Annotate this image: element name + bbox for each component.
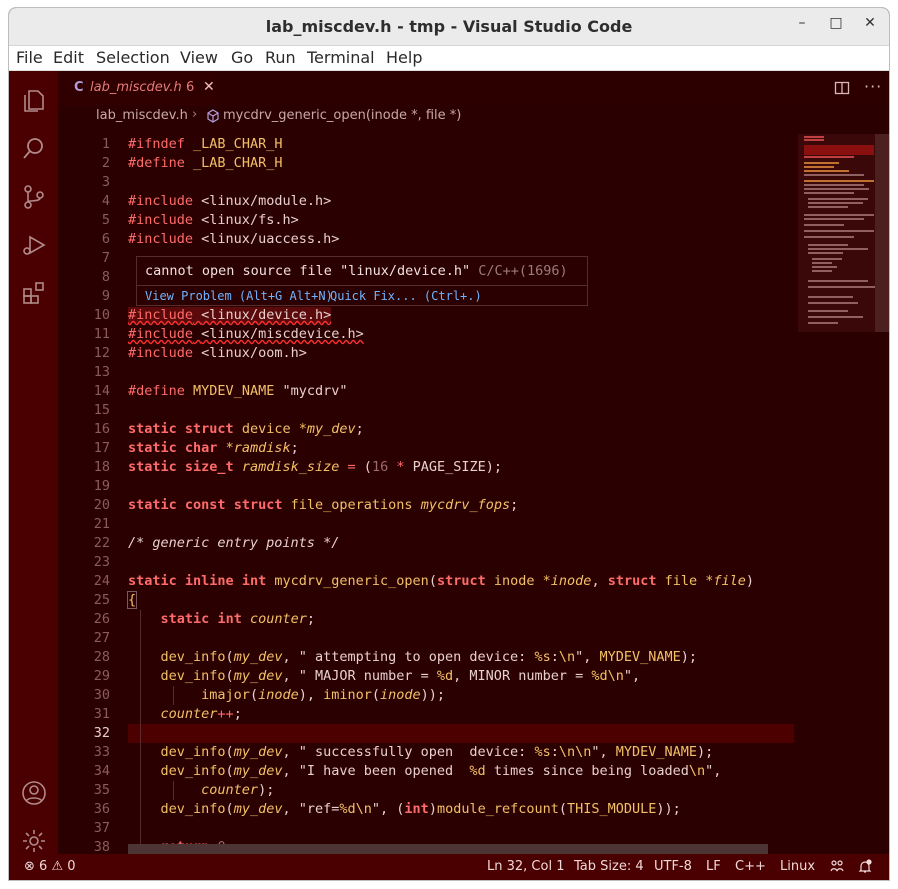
cursor-position[interactable]: Ln 32, Col 1 <box>487 859 564 874</box>
vertical-scrollbar[interactable] <box>875 126 889 854</box>
more-actions-icon[interactable]: ··· <box>864 77 882 96</box>
code-line: 26 static int counter; <box>93 611 316 627</box>
code-line: 16 static struct device *my_dev; <box>93 421 364 437</box>
code-line: 28 dev_info(my_dev, " attempting to open… <box>93 649 698 665</box>
code-line: 21 <box>93 516 110 532</box>
menu-help[interactable]: Help <box>386 48 422 67</box>
editor-tabs: C lab_miscdev.h 6 ✕ ··· <box>58 71 889 107</box>
title-bar: lab_miscdev.h - tmp - Visual Studio Code… <box>9 8 889 46</box>
tab-close-icon[interactable]: ✕ <box>203 79 215 95</box>
settings-gear-icon[interactable] <box>20 827 48 855</box>
code-line: 4 #include <linux/module.h> <box>101 193 332 209</box>
menu-edit[interactable]: Edit <box>53 48 84 67</box>
quick-fix-link[interactable]: Quick Fix... (Ctrl+.) <box>330 289 482 303</box>
code-line: 25{ <box>93 591 138 609</box>
window-title: lab_miscdev.h - tmp - Visual Studio Code <box>265 17 633 36</box>
indent-guide <box>173 781 174 800</box>
menu-file[interactable]: File <box>16 48 43 67</box>
language-mode[interactable]: C++ <box>735 859 766 874</box>
close-window-button[interactable]: ✕ <box>859 15 881 31</box>
activity-bar <box>9 71 58 854</box>
scrollbar-thumb[interactable] <box>875 134 889 332</box>
code-line: 13 <box>93 364 110 380</box>
code-line: 34 dev_info(my_dev, "I have been opened … <box>93 763 722 779</box>
code-line: 17 static char *ramdisk; <box>93 440 299 456</box>
code-line: 2 #define _LAB_CHAR_H <box>101 155 283 171</box>
breadcrumb-separator: › <box>192 107 198 122</box>
status-bar: ⊗ 6 ⚠ 0 Ln 32, Col 1 Tab Size: 4 UTF-8 L… <box>9 854 889 880</box>
code-line: 14 #define MYDEV_NAME "mycdrv" <box>93 383 348 399</box>
tab-problem-count: 6 <box>186 80 195 95</box>
encoding[interactable]: UTF-8 <box>654 859 692 874</box>
run-debug-icon[interactable] <box>20 231 48 259</box>
tab-label: lab_miscdev.h <box>90 80 182 95</box>
code-line: 3 <box>101 174 110 190</box>
error-hover-popup: cannot open source file "linux/device.h"… <box>136 256 588 306</box>
horizontal-scrollbar[interactable] <box>128 844 768 854</box>
breadcrumb-symbol[interactable]: mycdrv_generic_open(inode *, file *) <box>223 108 461 123</box>
extensions-icon[interactable] <box>20 279 48 307</box>
code-line: 30 imajor(inode), iminor(inode)); <box>93 687 446 703</box>
search-icon[interactable] <box>20 135 48 163</box>
minimap[interactable] <box>798 126 878 854</box>
vscode-window: lab_miscdev.h - tmp - Visual Studio Code… <box>9 8 889 880</box>
code-line: 36 dev_info(my_dev, "ref=%d\n", (int)mod… <box>93 801 681 817</box>
view-problem-link[interactable]: View Problem (Alt+G Alt+N) <box>145 289 333 303</box>
tab-size[interactable]: Tab Size: 4 <box>574 859 644 874</box>
explorer-icon[interactable] <box>20 87 48 115</box>
code-line: 10 #include <linux/device.h> <box>93 307 332 323</box>
notifications-bell-icon[interactable] <box>858 859 872 878</box>
code-line: 31 counter++; <box>93 706 242 722</box>
code-line: 22/* generic entry points */ <box>93 535 340 551</box>
code-editor[interactable]: 1 #ifndef _LAB_CHAR_H 2 #define _LAB_CHAR_… <box>58 126 798 874</box>
code-line: 1 #ifndef _LAB_CHAR_H <box>101 136 283 152</box>
feedback-icon[interactable] <box>829 859 845 877</box>
menu-terminal[interactable]: Terminal <box>307 48 375 67</box>
account-icon[interactable] <box>20 779 48 807</box>
menu-view[interactable]: View <box>180 48 218 67</box>
end-of-line[interactable]: LF <box>706 859 721 874</box>
symbol-method-icon <box>206 109 220 123</box>
tab-lab-miscdev[interactable]: C lab_miscdev.h 6 ✕ <box>58 71 220 107</box>
split-editor-icon[interactable] <box>834 80 850 96</box>
problems-indicator[interactable]: ⊗ 6 ⚠ 0 <box>24 859 76 874</box>
code-line: 24 static inline int mycdrv_generic_open(… <box>93 573 755 589</box>
code-line: 11 #include <linux/miscdevice.h> <box>93 326 364 342</box>
code-line: 23 <box>93 554 110 570</box>
menu-bar: File Edit Selection View Go Run Terminal… <box>9 46 889 71</box>
current-line: 32 <box>58 724 798 743</box>
indent-guide <box>140 610 141 855</box>
code-line: 6 #include <linux/uaccess.h> <box>101 231 340 247</box>
menu-selection[interactable]: Selection <box>96 48 170 67</box>
maximize-button[interactable]: □ <box>825 15 847 31</box>
source-control-icon[interactable] <box>20 183 48 211</box>
platform[interactable]: Linux <box>780 859 815 874</box>
c-file-icon: C <box>74 80 84 95</box>
hover-source: C/C++(1696) <box>478 263 568 279</box>
code-line: 18 static size_t ramdisk_size = (16 * PAG… <box>93 459 503 475</box>
code-line: 29 dev_info(my_dev, " MAJOR number = %d,… <box>93 668 641 684</box>
code-line: 15 <box>93 402 110 418</box>
code-line: 37 <box>93 820 110 836</box>
hover-divider <box>137 285 587 286</box>
code-line: 35 counter); <box>93 782 275 798</box>
code-line: 5 #include <linux/fs.h> <box>101 212 299 228</box>
code-line: 20 static const struct file_operations my… <box>93 497 519 513</box>
minimize-button[interactable]: – <box>791 15 813 31</box>
breadcrumb-file[interactable]: lab_miscdev.h <box>96 108 188 123</box>
warning-icon: ⚠ <box>51 859 64 874</box>
indent-guide <box>173 686 174 705</box>
menu-go[interactable]: Go <box>231 48 253 67</box>
breadcrumb: lab_miscdev.h › mycdrv_generic_open(inod… <box>58 106 889 126</box>
code-line: 12 #include <linux/oom.h> <box>93 345 307 361</box>
code-line: 27 <box>93 630 110 646</box>
code-line: 33 dev_info(my_dev, " successfully open … <box>93 744 714 760</box>
hover-message: cannot open source file "linux/device.h"… <box>145 263 568 279</box>
error-icon: ⊗ <box>24 859 35 874</box>
menu-run[interactable]: Run <box>265 48 296 67</box>
code-line: 19 <box>93 478 110 494</box>
